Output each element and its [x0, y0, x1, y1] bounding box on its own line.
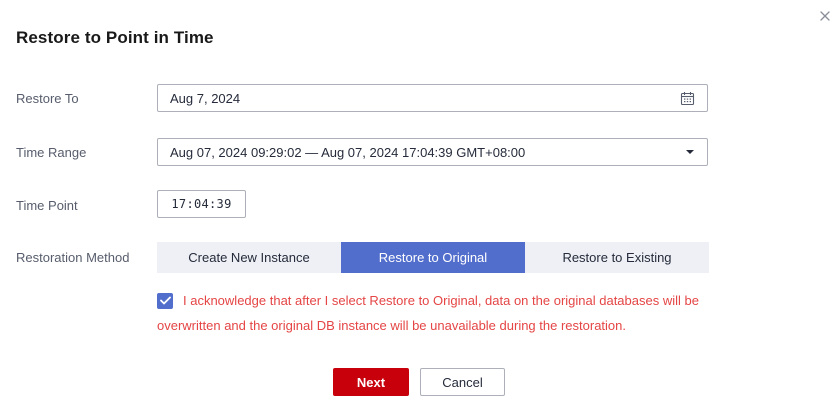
- cancel-button[interactable]: Cancel: [420, 368, 505, 396]
- restoration-method-label: Restoration Method: [16, 250, 130, 265]
- option-restore-to-original[interactable]: Restore to Original: [341, 242, 525, 273]
- acknowledge-text-line2: overwritten and the original DB instance…: [157, 318, 626, 333]
- close-icon[interactable]: [818, 9, 832, 23]
- restore-to-value: Aug 7, 2024: [170, 90, 241, 106]
- restore-to-label: Restore To: [16, 91, 79, 106]
- option-create-new-instance[interactable]: Create New Instance: [157, 242, 341, 273]
- time-range-value: Aug 07, 2024 09:29:02 — Aug 07, 2024 17:…: [170, 144, 526, 160]
- time-point-label: Time Point: [16, 198, 78, 213]
- restore-to-date-picker[interactable]: Aug 7, 2024: [157, 84, 708, 112]
- time-range-label: Time Range: [16, 145, 87, 160]
- next-button[interactable]: Next: [333, 368, 409, 396]
- restore-dialog: Restore to Point in Time Restore To Aug …: [0, 0, 836, 396]
- dialog-title: Restore to Point in Time: [16, 28, 214, 47]
- restoration-method-segmented: Create New Instance Restore to Original …: [157, 242, 709, 273]
- time-range-select[interactable]: Aug 07, 2024 09:29:02 — Aug 07, 2024 17:…: [157, 138, 708, 166]
- acknowledge-text-line1: I acknowledge that after I select Restor…: [183, 293, 699, 308]
- time-point-input[interactable]: 17:04:39: [157, 190, 246, 218]
- dropdown-caret-icon: [685, 149, 695, 155]
- option-restore-to-existing[interactable]: Restore to Existing: [525, 242, 709, 273]
- acknowledgement: I acknowledge that after I select Restor…: [157, 288, 757, 338]
- acknowledge-checkbox[interactable]: [157, 292, 173, 309]
- calendar-icon[interactable]: [680, 91, 695, 106]
